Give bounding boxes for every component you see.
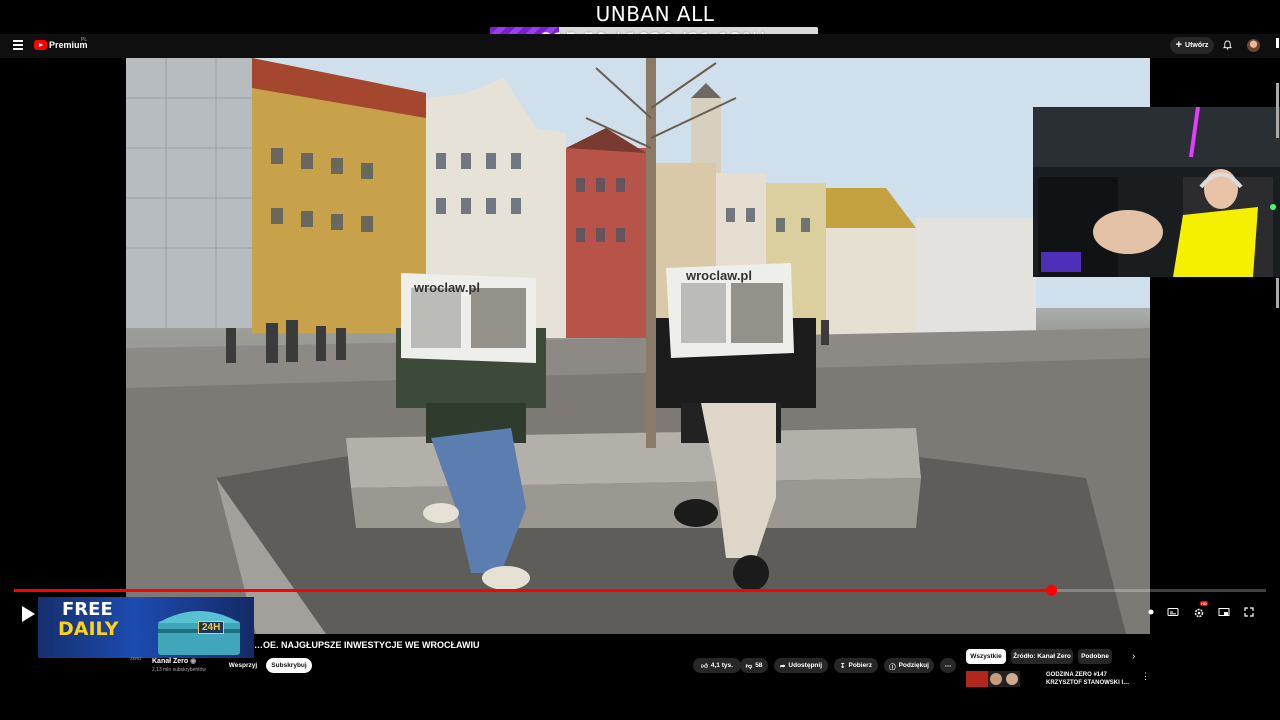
region-code: PL xyxy=(81,37,88,43)
chip-all[interactable]: Wszystkie xyxy=(966,649,1006,664)
notifications-bell-icon[interactable] xyxy=(1223,40,1232,50)
video-progress-bar[interactable] xyxy=(14,585,1266,596)
plus-icon: + xyxy=(1175,39,1183,51)
thumbs-up-icon: 👍︎ xyxy=(701,662,708,670)
hd-badge: HD xyxy=(1200,601,1208,606)
autoplay-toggle-icon[interactable] xyxy=(1147,606,1159,618)
dislike-count: 58 xyxy=(755,662,763,669)
miniplayer-icon[interactable] xyxy=(1218,606,1230,618)
channel-name[interactable]: Kanał Zero ◉ xyxy=(152,657,196,665)
recommended-video-title-line2[interactable]: KRZYSZTOF STANOWSKI I… xyxy=(1046,680,1129,686)
gear-icon xyxy=(1194,608,1204,618)
thumbs-down-icon: 👎︎ xyxy=(745,662,753,670)
youtube-logo-icon[interactable] xyxy=(34,40,47,50)
subscribe-button[interactable]: Subskrybuj xyxy=(266,658,312,673)
settings-control[interactable]: HD xyxy=(1193,601,1208,618)
download-icon: ↧ xyxy=(840,662,846,670)
share-button[interactable]: ➦ Udostępnij xyxy=(774,658,828,673)
streamer-webcam-overlay xyxy=(1033,107,1280,277)
support-button[interactable]: Wesprzyj xyxy=(224,658,262,673)
video-progress-scrubber[interactable] xyxy=(1045,585,1057,596)
thanks-label: Podziękuj xyxy=(898,662,929,669)
subscriber-count: 2,13 mln subskrybentów xyxy=(152,667,206,673)
more-actions-button[interactable]: ⋯ xyxy=(940,658,956,673)
download-label: Pobierz xyxy=(848,662,872,669)
youtube-top-bar xyxy=(0,34,1280,58)
verified-icon: ◉ xyxy=(190,658,197,665)
newspaper-masthead-right: wroclaw.pl xyxy=(686,268,752,283)
chip-similar[interactable]: Podobne xyxy=(1078,649,1112,664)
webcam-scene xyxy=(1033,107,1280,277)
share-label: Udostępnij xyxy=(788,662,823,669)
create-button[interactable]: + Utwórz xyxy=(1170,37,1214,54)
channel-name-text: Kanał Zero xyxy=(152,658,189,665)
video-player[interactable]: wroclaw.pl wroclaw.pl xyxy=(126,58,1150,634)
video-title: …OE. NAJGŁUPSZE INWESTYCJE WE WROCŁAWIU xyxy=(254,640,480,650)
channel-avatar[interactable]: ZERO xyxy=(130,656,146,672)
promo-24h-badge: 24H xyxy=(198,621,225,634)
thanks-button[interactable]: ⓘ Podziękuj xyxy=(884,658,934,673)
dislike-button[interactable]: 👎︎ 58 xyxy=(740,658,768,673)
page-scrollbar[interactable] xyxy=(1275,38,1280,688)
subtitles-icon[interactable] xyxy=(1167,606,1179,618)
share-icon: ➦ xyxy=(779,662,786,670)
free-daily-promo-banner[interactable]: FREE DAILY 24H xyxy=(38,597,254,658)
newspaper-masthead-left: wroclaw.pl xyxy=(414,280,480,295)
play-button[interactable] xyxy=(22,606,35,622)
promo-free-text: FREE xyxy=(62,599,113,620)
video-progress-played xyxy=(14,589,1051,592)
user-avatar[interactable] xyxy=(1247,39,1260,52)
chip-source-channel[interactable]: Źródło: Kanał Zero xyxy=(1011,649,1073,664)
more-horizontal-icon: ⋯ xyxy=(944,662,952,670)
fullscreen-icon[interactable] xyxy=(1243,606,1255,618)
like-button[interactable]: 👍︎ 4,1 tys. xyxy=(693,658,741,673)
hamburger-menu-icon[interactable] xyxy=(13,40,23,50)
more-vertical-icon[interactable]: ⋮ xyxy=(1141,671,1150,682)
thanks-icon: ⓘ xyxy=(889,663,896,671)
like-count: 4,1 tys. xyxy=(710,662,733,669)
video-frame-scene xyxy=(126,58,1150,634)
recommended-video-thumbnail[interactable] xyxy=(966,671,1020,687)
promo-daily-text: DAILY xyxy=(58,618,119,640)
stream-goal-title: UNBAN ALL xyxy=(595,2,715,26)
create-button-label: Utwórz xyxy=(1185,42,1209,49)
recommended-video-title[interactable]: GODZINA ZERO #147 xyxy=(1046,672,1107,678)
download-button[interactable]: ↧ Pobierz xyxy=(834,658,878,673)
chevron-right-icon[interactable]: › xyxy=(1132,651,1135,662)
